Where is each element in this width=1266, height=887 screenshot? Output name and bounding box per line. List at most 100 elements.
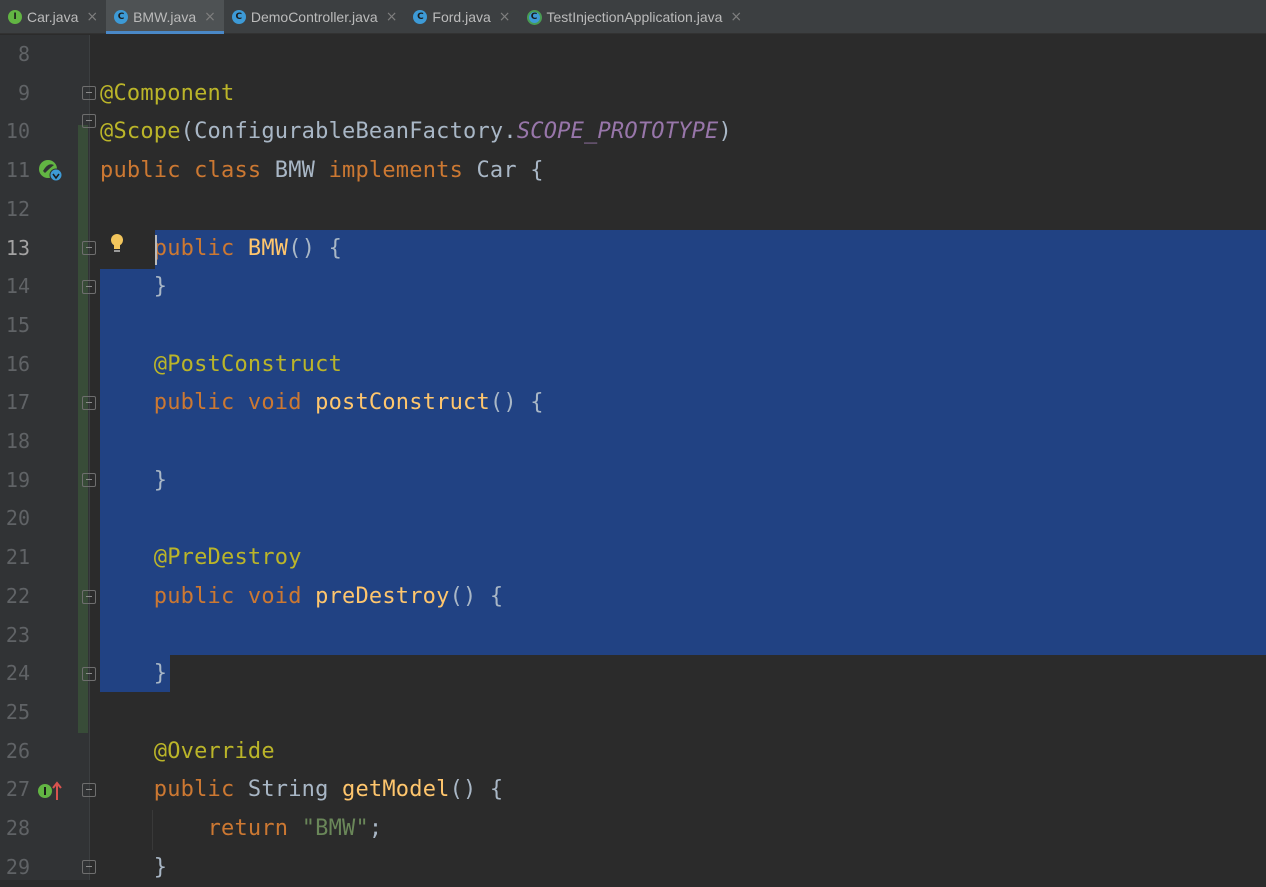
fold-toggle[interactable]: [82, 860, 96, 874]
code-token: postConstruct: [315, 390, 490, 415]
code-line[interactable]: 17 public void postConstruct() {: [0, 383, 1266, 422]
tab-label: Ford.java: [432, 9, 491, 25]
code-line[interactable]: 15: [0, 306, 1266, 345]
code-token: () {: [449, 777, 504, 802]
code-line[interactable]: 23: [0, 616, 1266, 655]
code-token: BMW: [274, 158, 329, 183]
tab-car[interactable]: I Car.java ×: [0, 0, 106, 34]
line-number: 29: [5, 855, 30, 879]
code-line[interactable]: 9 @Component: [0, 74, 1266, 113]
line-number: 19: [5, 468, 30, 492]
code-token: }: [100, 468, 168, 493]
fold-toggle[interactable]: [82, 280, 96, 294]
code-line[interactable]: 13 public BMW() {: [0, 229, 1266, 268]
tab-bmw[interactable]: C BMW.java ×: [106, 0, 224, 34]
code-line[interactable]: 25: [0, 693, 1266, 732]
code-token: public: [153, 236, 248, 261]
code-line[interactable]: 24 }: [0, 654, 1266, 693]
code-token: () {: [489, 390, 544, 415]
code-line[interactable]: 12: [0, 190, 1266, 229]
code-text: @PostConstruct: [100, 345, 342, 384]
code-text: return "BMW";: [100, 809, 383, 848]
code-line[interactable]: 26 @Override: [0, 732, 1266, 771]
code-line[interactable]: 18: [0, 422, 1266, 461]
code-text: public void postConstruct() {: [100, 383, 544, 422]
code-line[interactable]: 22 public void preDestroy() {: [0, 577, 1266, 616]
code-token: }: [100, 274, 168, 299]
tab-label: Car.java: [27, 9, 79, 25]
line-number: 10: [5, 119, 30, 143]
code-token: getModel: [342, 777, 450, 802]
code-line[interactable]: 16 @PostConstruct: [0, 345, 1266, 384]
tab-testinjectionapplication[interactable]: C TestInjectionApplication.java ×: [519, 0, 751, 34]
fold-toggle[interactable]: [82, 86, 96, 100]
code-token: @Override: [153, 739, 275, 764]
code-token: public void: [153, 390, 316, 415]
interface-icon: I: [8, 10, 22, 24]
lightbulb-icon[interactable]: [109, 233, 125, 255]
tab-label: DemoController.java: [250, 9, 378, 25]
code-token: Car {: [476, 158, 544, 183]
spring-bean-icon[interactable]: [37, 158, 65, 184]
code-token: (ConfigurableBeanFactory.: [180, 119, 517, 144]
code-editor[interactable]: 8 9 @Component 10 @Scope(ConfigurableBeanFac…: [0, 35, 1266, 880]
code-token: implements: [328, 158, 477, 183]
code-token: () {: [288, 236, 343, 261]
fold-toggle[interactable]: [82, 667, 96, 681]
code-line[interactable]: 20: [0, 499, 1266, 538]
fold-toggle[interactable]: [82, 396, 96, 410]
close-icon[interactable]: ×: [386, 9, 398, 25]
code-line[interactable]: 21 @PreDestroy: [0, 538, 1266, 577]
tab-democontroller[interactable]: C DemoController.java ×: [224, 0, 406, 34]
code-token: @PostConstruct: [153, 352, 343, 377]
line-number: 14: [5, 274, 30, 298]
code-token: }: [100, 661, 168, 686]
fold-toggle[interactable]: [82, 473, 96, 487]
code-token: return: [207, 816, 302, 841]
fold-toggle[interactable]: [82, 590, 96, 604]
tab-ford[interactable]: C Ford.java ×: [405, 0, 518, 34]
code-token: ;: [368, 816, 383, 841]
code-line[interactable]: 11 public class BMW implements Car {: [0, 151, 1266, 190]
line-number: 22: [5, 584, 30, 608]
line-number: 24: [5, 661, 30, 685]
code-text: }: [100, 848, 167, 887]
editor-tab-bar: I Car.java × C BMW.java × C DemoController.java…: [0, 0, 1266, 34]
code-line[interactable]: 8: [0, 35, 1266, 74]
fold-toggle[interactable]: [82, 783, 96, 797]
line-number: 26: [5, 739, 30, 763]
class-icon: C: [413, 10, 428, 24]
code-line[interactable]: 14 }: [0, 267, 1266, 306]
code-token: "BMW": [301, 816, 369, 841]
line-number: 20: [5, 506, 30, 530]
code-line[interactable]: 27 public String getModel() {: [0, 770, 1266, 809]
line-number: 27: [5, 777, 30, 801]
close-icon[interactable]: ×: [499, 9, 511, 25]
code-line[interactable]: 28 return "BMW";: [0, 809, 1266, 848]
line-number: 11: [5, 158, 30, 182]
line-number: 25: [5, 700, 30, 724]
fold-toggle[interactable]: [82, 241, 96, 255]
code-line[interactable]: 19 }: [0, 461, 1266, 500]
code-token: () {: [449, 584, 504, 609]
code-line[interactable]: 29 }: [0, 848, 1266, 887]
line-number: 9: [17, 81, 30, 105]
code-line[interactable]: 10 @Scope(ConfigurableBeanFactory.SCOPE_P…: [0, 112, 1266, 151]
close-icon[interactable]: ×: [86, 9, 98, 25]
code-token: public void: [153, 584, 316, 609]
implements-icon[interactable]: [37, 780, 65, 804]
code-token: String: [247, 777, 343, 802]
fold-toggle[interactable]: [82, 114, 96, 128]
code-text: @Scope(ConfigurableBeanFactory.SCOPE_PRO…: [100, 112, 732, 151]
line-number: 28: [5, 816, 30, 840]
close-icon[interactable]: ×: [204, 9, 216, 25]
line-number: 17: [5, 390, 30, 414]
code-text: @Component: [100, 74, 234, 113]
tab-label: TestInjectionApplication.java: [546, 9, 723, 25]
close-icon[interactable]: ×: [730, 9, 742, 25]
